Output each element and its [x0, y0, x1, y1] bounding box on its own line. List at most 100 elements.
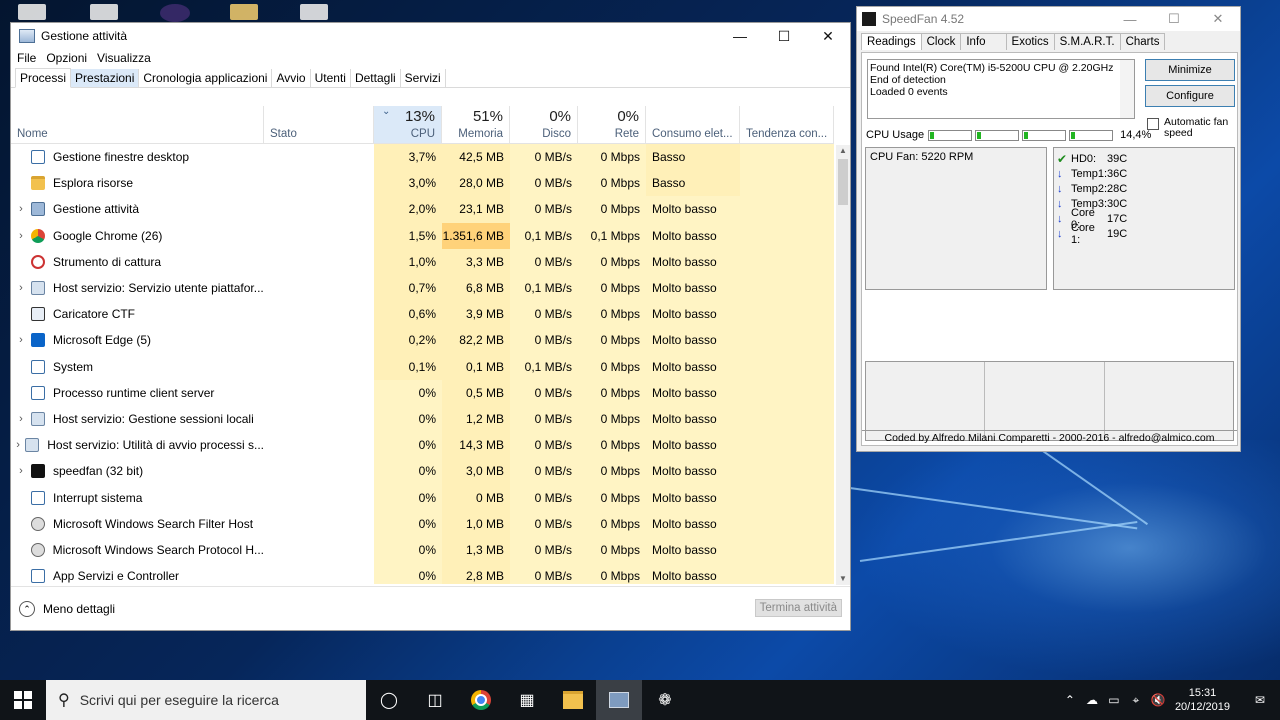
power-cell: Molto basso [646, 353, 740, 380]
disk-cell: 0,1 MB/s [510, 274, 578, 302]
column-memory[interactable]: 51% Memoria [442, 106, 510, 143]
table-row[interactable]: › Host servizio: Gestione sessioni local… [11, 405, 834, 433]
table-row[interactable]: › Gestione attività 2,0% 23,1 MB 0 MB/s … [11, 196, 834, 223]
menu-options[interactable]: Opzioni [46, 51, 87, 65]
vertical-scrollbar[interactable]: ▲ ▼ [836, 145, 850, 585]
column-power[interactable]: Consumo elet... [646, 106, 740, 143]
chevron-right-icon[interactable]: › [11, 413, 31, 425]
wifi-icon[interactable]: ⌖ [1125, 693, 1147, 708]
tab-startup[interactable]: Avvio [272, 69, 311, 87]
chevron-right-icon[interactable]: › [11, 465, 31, 477]
calculator-taskbar-button[interactable]: ▦ [504, 680, 550, 720]
desktop-icon[interactable] [18, 4, 46, 20]
action-center-icon[interactable]: ✉ [1240, 693, 1280, 707]
clock[interactable]: 15:31 20/12/2019 [1175, 686, 1230, 714]
scroll-up-icon[interactable]: ▲ [836, 145, 850, 157]
close-button[interactable]: ✕ [1196, 11, 1240, 27]
menu-view[interactable]: Visualizza [97, 51, 151, 65]
column-cpu[interactable]: ⌄ 13% CPU [374, 106, 442, 143]
table-row[interactable]: › Host servizio: Servizio utente piattaf… [11, 274, 834, 302]
table-row[interactable]: › speedfan (32 bit) 0% 3,0 MB 0 MB/s 0 M… [11, 458, 834, 485]
sort-chevron-icon: ⌄ [382, 106, 391, 117]
fan-reading: CPU Fan: 5220 RPM [870, 151, 974, 163]
start-button[interactable] [0, 680, 46, 720]
tab-details[interactable]: Dettagli [351, 69, 401, 87]
tab-app-history[interactable]: Cronologia applicazioni [139, 69, 273, 87]
close-button[interactable]: ✕ [806, 23, 850, 49]
minimize-button[interactable]: — [718, 23, 762, 49]
table-row[interactable]: Processo runtime client server 0% 0,5 MB… [11, 379, 834, 406]
onedrive-cloud-icon[interactable]: ☁ [1081, 693, 1103, 707]
tab-exotics[interactable]: Exotics [1005, 33, 1055, 50]
cpu-usage-label: CPU Usage [866, 129, 925, 141]
desktop-icon[interactable] [90, 4, 118, 20]
chevron-up-icon[interactable]: ⌃ [1059, 693, 1081, 707]
column-status[interactable]: Stato [264, 106, 374, 143]
chevron-right-icon[interactable]: › [11, 203, 31, 215]
table-row[interactable]: System 0,1% 0,1 MB 0,1 MB/s 0 Mbps Molto… [11, 353, 834, 380]
table-row[interactable]: › Host servizio: Utilità di avvio proces… [11, 432, 834, 459]
table-row[interactable]: Caricatore CTF 0,6% 3,9 MB 0 MB/s 0 Mbps… [11, 301, 834, 328]
table-row[interactable]: Interrupt sistema 0% 0 MB 0 MB/s 0 Mbps … [11, 484, 834, 511]
end-task-button[interactable]: Termina attività [754, 599, 842, 617]
cpu-core-bar [1069, 129, 1114, 141]
battery-icon[interactable]: ▭ [1103, 693, 1125, 707]
automatic-fan-speed-checkbox[interactable]: Automatic fan speed [1147, 117, 1244, 139]
volume-muted-icon[interactable]: 🔇 [1147, 693, 1169, 707]
tab-clock[interactable]: Clock [920, 33, 962, 50]
chrome-taskbar-button[interactable] [458, 680, 504, 720]
tab-services[interactable]: Servizi [401, 69, 446, 87]
minimize-button[interactable]: — [1108, 12, 1152, 27]
desktop-icon[interactable] [300, 4, 328, 20]
disk-cell: 0 MB/s [510, 405, 578, 433]
table-row[interactable]: Esplora risorse 3,0% 28,0 MB 0 MB/s 0 Mb… [11, 170, 834, 197]
tab-users[interactable]: Utenti [311, 69, 351, 87]
table-row[interactable]: Strumento di cattura 1,0% 3,3 MB 0 MB/s … [11, 248, 834, 275]
log-scrollbar[interactable] [1120, 60, 1134, 118]
table-row[interactable]: Microsoft Windows Search Protocol H... 0… [11, 536, 834, 563]
chevron-right-icon[interactable]: › [11, 282, 31, 294]
explorer-taskbar-button[interactable] [550, 680, 596, 720]
chevron-right-icon[interactable]: › [11, 439, 25, 451]
desktop-icon[interactable] [160, 4, 190, 22]
search-box[interactable]: ⚲ Scrivi qui per eseguire la ricerca [46, 680, 366, 720]
power-cell: Molto basso [646, 222, 740, 249]
table-row[interactable]: Gestione finestre desktop 3,7% 42,5 MB 0… [11, 144, 834, 171]
tab-info[interactable]: Info [960, 33, 1007, 50]
process-name: Caricatore CTF [53, 307, 136, 322]
menu-file[interactable]: File [17, 51, 36, 65]
scroll-thumb[interactable] [838, 159, 848, 205]
power-cell: Molto basso [646, 196, 740, 223]
column-network[interactable]: 0% Rete [578, 106, 646, 143]
tab-charts[interactable]: Charts [1119, 33, 1166, 50]
speedfan-taskbar-button[interactable]: ❁ [642, 680, 688, 720]
tab-performance[interactable]: Prestazioni [71, 69, 140, 87]
table-row[interactable]: Microsoft Windows Search Filter Host 0% … [11, 510, 834, 537]
column-disk[interactable]: 0% Disco [510, 106, 578, 143]
event-log[interactable]: Found Intel(R) Core(TM) i5-5200U CPU @ 2… [867, 59, 1135, 119]
tab-processes[interactable]: Processi [15, 68, 72, 88]
scroll-down-icon[interactable]: ▼ [836, 573, 850, 585]
timeline-button[interactable]: ◫ [412, 680, 458, 720]
minimize-app-button[interactable]: Minimize [1145, 59, 1235, 81]
taskmanager-taskbar-button[interactable] [596, 680, 642, 720]
table-row[interactable]: › Google Chrome (26) 1,5% 1.351,6 MB 0,1… [11, 222, 834, 249]
desktop-icon[interactable] [230, 4, 258, 20]
table-row[interactable]: App Servizi e Controller 0% 2,8 MB 0 MB/… [11, 563, 834, 584]
column-name[interactable]: Nome [11, 106, 264, 143]
chevron-right-icon[interactable]: › [11, 334, 31, 346]
table-row[interactable]: › Microsoft Edge (5) 0,2% 82,2 MB 0 MB/s… [11, 327, 834, 354]
column-power-trend[interactable]: Tendenza con... [740, 106, 834, 143]
configure-button[interactable]: Configure [1145, 85, 1235, 107]
less-details-button[interactable]: ⌃ Meno dettagli [19, 601, 115, 617]
process-name-cell: Strumento di cattura [11, 249, 264, 275]
tab-readings[interactable]: Readings [861, 33, 922, 50]
window-icon [31, 490, 45, 505]
tab-smart[interactable]: S.M.A.R.T. [1053, 33, 1121, 50]
task-view-button[interactable]: ◯ [366, 680, 412, 720]
maximize-button[interactable]: ☐ [1152, 11, 1196, 27]
chevron-right-icon[interactable]: › [11, 230, 31, 242]
process-name: Interrupt sistema [53, 490, 143, 505]
chevron-up-icon: ⌃ [19, 601, 35, 617]
maximize-button[interactable]: ☐ [762, 23, 806, 49]
